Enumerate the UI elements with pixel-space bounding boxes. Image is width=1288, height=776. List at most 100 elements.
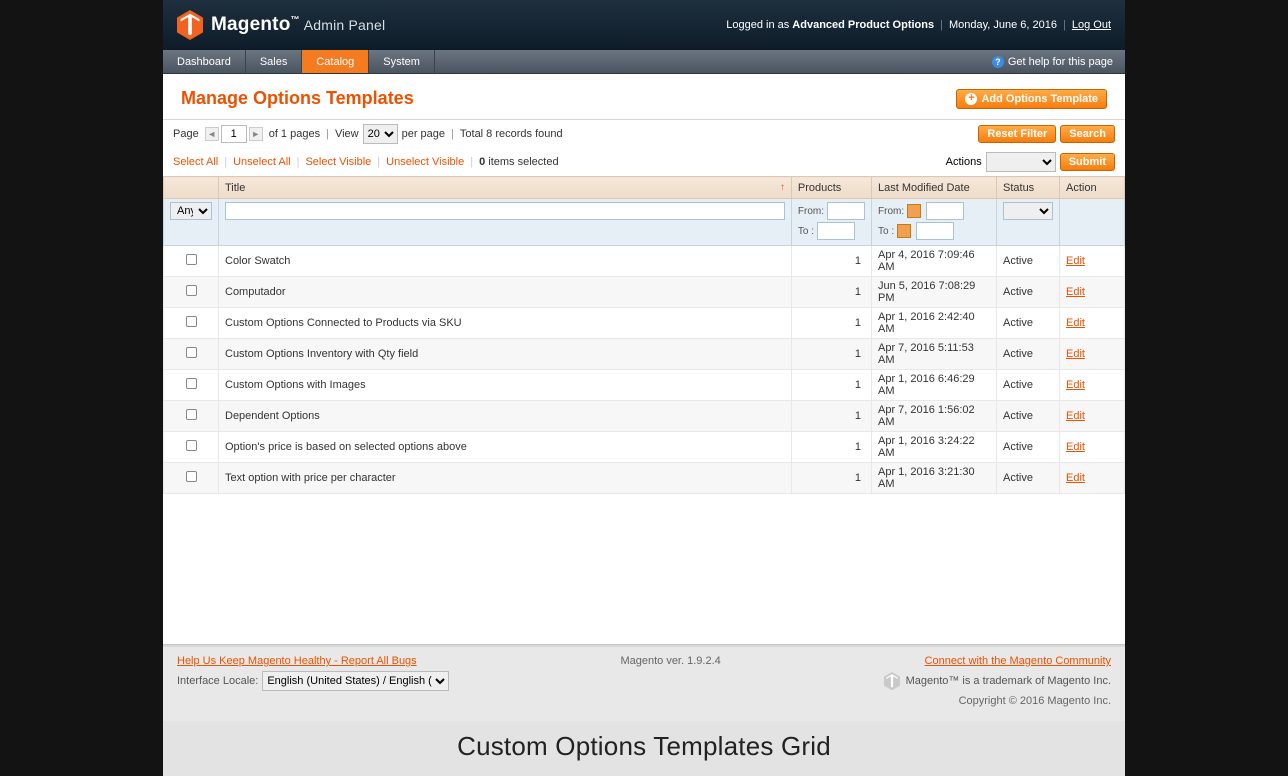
next-page-button[interactable]: ► xyxy=(249,127,263,141)
table-row[interactable]: Option's price is based on selected opti… xyxy=(164,432,1125,463)
edit-link[interactable]: Edit xyxy=(1066,255,1085,267)
table-row[interactable]: Computador1Jun 5, 2016 7:08:29 PMActiveE… xyxy=(164,277,1125,308)
actions-select[interactable] xyxy=(986,152,1056,172)
select-all-link[interactable]: Select All xyxy=(173,156,218,168)
cell-action: Edit xyxy=(1060,432,1125,463)
filter-products-to[interactable] xyxy=(817,222,855,240)
table-row[interactable]: Text option with price per character1Apr… xyxy=(164,463,1125,494)
grid-toolbar: Page ◄ ► of 1 pages | View 20 per page |… xyxy=(163,119,1125,148)
cell-action: Edit xyxy=(1060,308,1125,339)
row-checkbox[interactable] xyxy=(186,254,197,265)
nav-catalog[interactable]: Catalog xyxy=(302,50,369,73)
help-link[interactable]: ? Get help for this page xyxy=(980,50,1125,73)
cell-title: Custom Options Inventory with Qty field xyxy=(219,339,792,370)
cell-title: Custom Options with Images xyxy=(219,370,792,401)
page-title: Manage Options Templates xyxy=(181,88,414,109)
cell-title: Dependent Options xyxy=(219,401,792,432)
page-label: Page xyxy=(173,128,199,140)
calendar-icon[interactable] xyxy=(907,204,921,218)
row-checkbox[interactable] xyxy=(186,347,197,358)
cell-action: Edit xyxy=(1060,277,1125,308)
logout-link[interactable]: Log Out xyxy=(1072,19,1111,31)
filter-date-to[interactable] xyxy=(916,222,954,240)
page-number-input[interactable] xyxy=(221,125,247,143)
cell-products: 1 xyxy=(791,308,871,339)
unselect-all-link[interactable]: Unselect All xyxy=(233,156,290,168)
filter-products-from[interactable] xyxy=(827,202,865,220)
records-found: Total 8 records found xyxy=(460,128,563,140)
plus-icon: + xyxy=(965,93,977,105)
edit-link[interactable]: Edit xyxy=(1066,472,1085,484)
col-checkbox xyxy=(164,177,219,199)
edit-link[interactable]: Edit xyxy=(1066,441,1085,453)
cell-action: Edit xyxy=(1060,401,1125,432)
table-row[interactable]: Dependent Options1Apr 7, 2016 1:56:02 AM… xyxy=(164,401,1125,432)
cell-date: Apr 7, 2016 1:56:02 AM xyxy=(872,401,997,432)
report-bugs-link[interactable]: Help Us Keep Magento Healthy - Report Al… xyxy=(177,655,417,667)
cell-date: Apr 7, 2016 5:11:53 AM xyxy=(872,339,997,370)
cell-date: Apr 4, 2016 7:09:46 AM xyxy=(872,246,997,277)
cell-products: 1 xyxy=(791,463,871,494)
cell-status: Active xyxy=(997,401,1060,432)
edit-link[interactable]: Edit xyxy=(1066,317,1085,329)
nav-system[interactable]: System xyxy=(369,50,435,73)
edit-link[interactable]: Edit xyxy=(1066,379,1085,391)
col-title[interactable]: Title↑ xyxy=(219,177,792,199)
cell-date: Apr 1, 2016 3:24:22 AM xyxy=(872,432,997,463)
cell-date: Apr 1, 2016 2:42:40 AM xyxy=(872,308,997,339)
filter-checkbox-select[interactable]: Any xyxy=(170,202,212,220)
actions-label: Actions xyxy=(946,156,982,168)
community-link[interactable]: Connect with the Magento Community xyxy=(925,655,1111,667)
edit-link[interactable]: Edit xyxy=(1066,348,1085,360)
add-options-template-button[interactable]: + Add Options Template xyxy=(956,89,1107,109)
cell-date: Apr 1, 2016 3:21:30 AM xyxy=(872,463,997,494)
row-checkbox[interactable] xyxy=(186,409,197,420)
filter-status-select[interactable] xyxy=(1003,202,1053,220)
table-row[interactable]: Custom Options with Images1Apr 1, 2016 6… xyxy=(164,370,1125,401)
unselect-visible-link[interactable]: Unselect Visible xyxy=(386,156,464,168)
row-checkbox[interactable] xyxy=(186,378,197,389)
cell-title: Color Swatch xyxy=(219,246,792,277)
cell-action: Edit xyxy=(1060,246,1125,277)
nav-dashboard[interactable]: Dashboard xyxy=(163,50,246,73)
cell-action: Edit xyxy=(1060,370,1125,401)
row-checkbox[interactable] xyxy=(186,471,197,482)
submit-button[interactable]: Submit xyxy=(1060,153,1115,171)
reset-filter-button[interactable]: Reset Filter xyxy=(978,125,1056,143)
prev-page-button[interactable]: ◄ xyxy=(205,127,219,141)
row-checkbox[interactable] xyxy=(186,285,197,296)
locale-select[interactable]: English (United States) / English ( xyxy=(262,671,449,691)
magento-mini-icon xyxy=(884,672,900,690)
cell-products: 1 xyxy=(791,277,871,308)
search-button[interactable]: Search xyxy=(1060,125,1115,143)
row-checkbox[interactable] xyxy=(186,440,197,451)
per-page-suffix: per page xyxy=(402,128,445,140)
cell-date: Apr 1, 2016 6:46:29 AM xyxy=(872,370,997,401)
col-last-modified[interactable]: Last Modified Date xyxy=(872,177,997,199)
edit-link[interactable]: Edit xyxy=(1066,286,1085,298)
per-page-select[interactable]: 20 xyxy=(363,124,398,144)
content-header: Manage Options Templates + Add Options T… xyxy=(163,74,1125,119)
filter-date-from[interactable] xyxy=(926,202,964,220)
col-action: Action xyxy=(1060,177,1125,199)
col-products[interactable]: Products xyxy=(791,177,871,199)
cell-status: Active xyxy=(997,432,1060,463)
table-row[interactable]: Custom Options Connected to Products via… xyxy=(164,308,1125,339)
cell-status: Active xyxy=(997,339,1060,370)
cell-status: Active xyxy=(997,308,1060,339)
row-checkbox[interactable] xyxy=(186,316,197,327)
cell-title: Text option with price per character xyxy=(219,463,792,494)
cell-products: 1 xyxy=(791,246,871,277)
cell-status: Active xyxy=(997,246,1060,277)
col-status[interactable]: Status xyxy=(997,177,1060,199)
filter-title-input[interactable] xyxy=(225,202,785,220)
calendar-icon[interactable] xyxy=(897,224,911,238)
copyright-text: Copyright © 2016 Magento Inc. xyxy=(177,695,1111,707)
items-selected: 0 items selected xyxy=(479,156,559,168)
table-row[interactable]: Custom Options Inventory with Qty field1… xyxy=(164,339,1125,370)
table-row[interactable]: Color Swatch1Apr 4, 2016 7:09:46 AMActiv… xyxy=(164,246,1125,277)
select-visible-link[interactable]: Select Visible xyxy=(305,156,371,168)
nav-sales[interactable]: Sales xyxy=(246,50,303,73)
edit-link[interactable]: Edit xyxy=(1066,410,1085,422)
cell-products: 1 xyxy=(791,432,871,463)
